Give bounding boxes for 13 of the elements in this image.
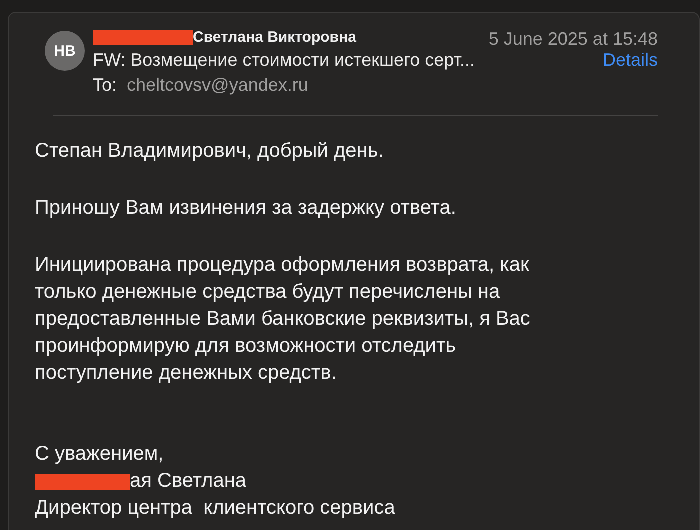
details-link[interactable]: Details <box>602 50 658 71</box>
sender-name: Светлана Викторовна <box>193 29 356 46</box>
body-paragraph: Степан Владимирович, добрый день. <box>35 139 385 164</box>
avatar: НВ <box>45 31 85 71</box>
signature-line: С уважением, <box>35 442 164 467</box>
message-subject: FW: Возмещение стоимости истекшего серт... <box>93 50 476 71</box>
to-label: To: <box>93 75 118 96</box>
recipient-address: cheltcovsv@yandex.ru <box>127 75 308 96</box>
message-date: 5 June 2025 at 15:48 <box>488 29 658 50</box>
body-paragraph: Инициирована процедура оформления возврата, как только денежные средства будут перечислены на предоставленные Вами банковские реквизиты, я Вас проинформирую для возможности отследить поступление денежных средств. <box>35 253 532 386</box>
signature-line: ая Светлана <box>130 469 246 494</box>
body-paragraph: Приношу Вам извинения за задержку ответа. <box>35 196 458 221</box>
signature-line: Директор центра клиентского сервиса <box>35 496 396 521</box>
